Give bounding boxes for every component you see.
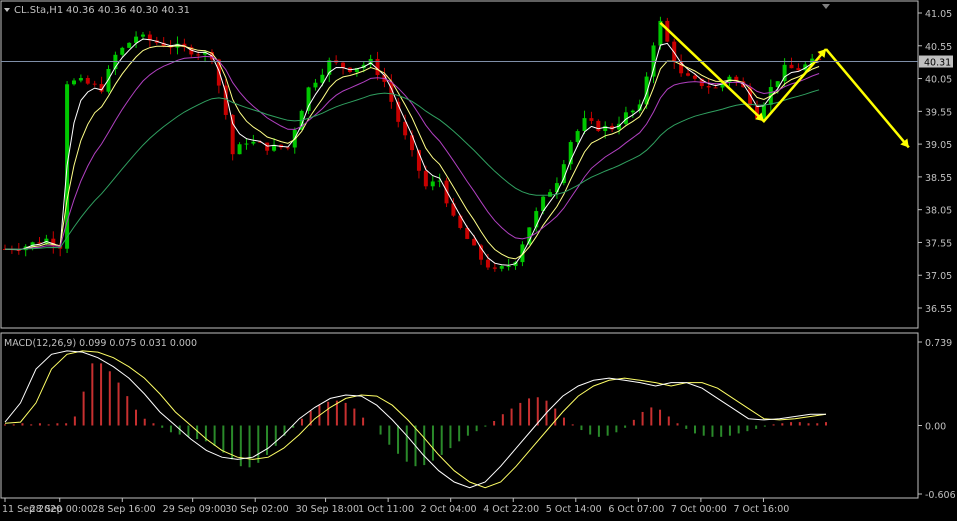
candle-body — [554, 183, 559, 193]
candle-body — [285, 147, 290, 149]
price-tick-label: 37.55 — [925, 238, 952, 249]
candle-body — [630, 110, 635, 113]
candle-body — [789, 64, 794, 69]
candle-body — [265, 142, 270, 151]
price-tick-label: 41.05 — [925, 9, 952, 20]
trading-chart[interactable]: 0.739 0.00 -0.606 41.05 40.55 40.05 39.55 39.0… — [0, 0, 957, 517]
candle-body — [472, 238, 477, 246]
candle-body — [140, 34, 145, 37]
time-tick-label: 7 Oct 00:00 — [671, 504, 727, 515]
price-tick-label: 36.55 — [925, 304, 952, 315]
candle-body — [706, 86, 711, 88]
price-tick-label: 38.55 — [925, 173, 952, 184]
candle-body — [237, 144, 242, 155]
candle-body — [485, 259, 490, 268]
candle-body — [589, 118, 594, 121]
candle-body — [313, 82, 318, 88]
candle-body — [506, 266, 511, 268]
price-tick-label: 39.55 — [925, 107, 952, 118]
time-tick-label: 28 Sep 16:00 — [92, 504, 155, 515]
candle-body — [603, 125, 608, 131]
candle-body — [120, 47, 125, 55]
macd-tick-label: 0.00 — [925, 422, 946, 433]
candle-body — [575, 131, 580, 143]
candle-body — [196, 54, 201, 56]
time-tick-label: 28 Sep 00:00 — [30, 504, 93, 515]
current-price-label: 40.31 — [924, 58, 951, 69]
candle-body — [430, 181, 435, 187]
macd-tick-label: 0.739 — [925, 338, 952, 349]
macd-tick-label: -0.606 — [925, 490, 956, 501]
symbol-label: CL.Sta,H1 — [14, 5, 63, 16]
candle-body — [499, 266, 504, 269]
chart-background — [0, 0, 957, 517]
candle-body — [686, 73, 691, 76]
candle-body — [106, 68, 111, 92]
candle-body — [127, 42, 132, 48]
price-tick-label: 40.05 — [925, 75, 952, 86]
candle-body — [492, 267, 497, 269]
candle-body — [244, 143, 249, 145]
candle-body — [78, 78, 83, 81]
candle-body — [92, 83, 97, 85]
candle-body — [423, 170, 428, 187]
time-tick-label: 1 Oct 11:00 — [358, 504, 414, 515]
candle-body — [444, 180, 449, 204]
time-tick-label: 2 Oct 04:00 — [421, 504, 477, 515]
time-tick-label: 4 Oct 22:00 — [483, 504, 539, 515]
candle-body — [596, 120, 601, 131]
candle-body — [692, 75, 697, 79]
time-tick-label: 29 Sep 09:00 — [163, 504, 226, 515]
price-tick-label: 37.05 — [925, 271, 952, 282]
ohlc-values: 40.36 40.36 40.30 40.31 — [66, 5, 190, 16]
candle-body — [85, 78, 90, 84]
candle-body — [713, 87, 718, 89]
candle-body — [341, 62, 346, 68]
price-tick-label: 38.05 — [925, 206, 952, 217]
time-tick-label: 30 Sep 18:00 — [296, 504, 359, 515]
time-tick-label: 7 Oct 16:00 — [733, 504, 789, 515]
candle-body — [251, 141, 256, 144]
candle-body — [582, 118, 587, 132]
price-tick-label: 39.05 — [925, 140, 952, 151]
macd-label: MACD(12,26,9) 0.099 0.075 0.031 0.000 — [4, 338, 197, 349]
candle-body — [796, 68, 801, 71]
price-tick-label: 40.55 — [925, 42, 952, 53]
time-tick-label: 30 Sep 02:00 — [225, 504, 288, 515]
candle-body — [644, 76, 649, 105]
candle-body — [672, 41, 677, 62]
time-tick-label: 6 Oct 07:00 — [608, 504, 664, 515]
candle-body — [230, 114, 235, 155]
time-tick-label: 5 Oct 14:00 — [546, 504, 602, 515]
candle-body — [71, 80, 76, 85]
